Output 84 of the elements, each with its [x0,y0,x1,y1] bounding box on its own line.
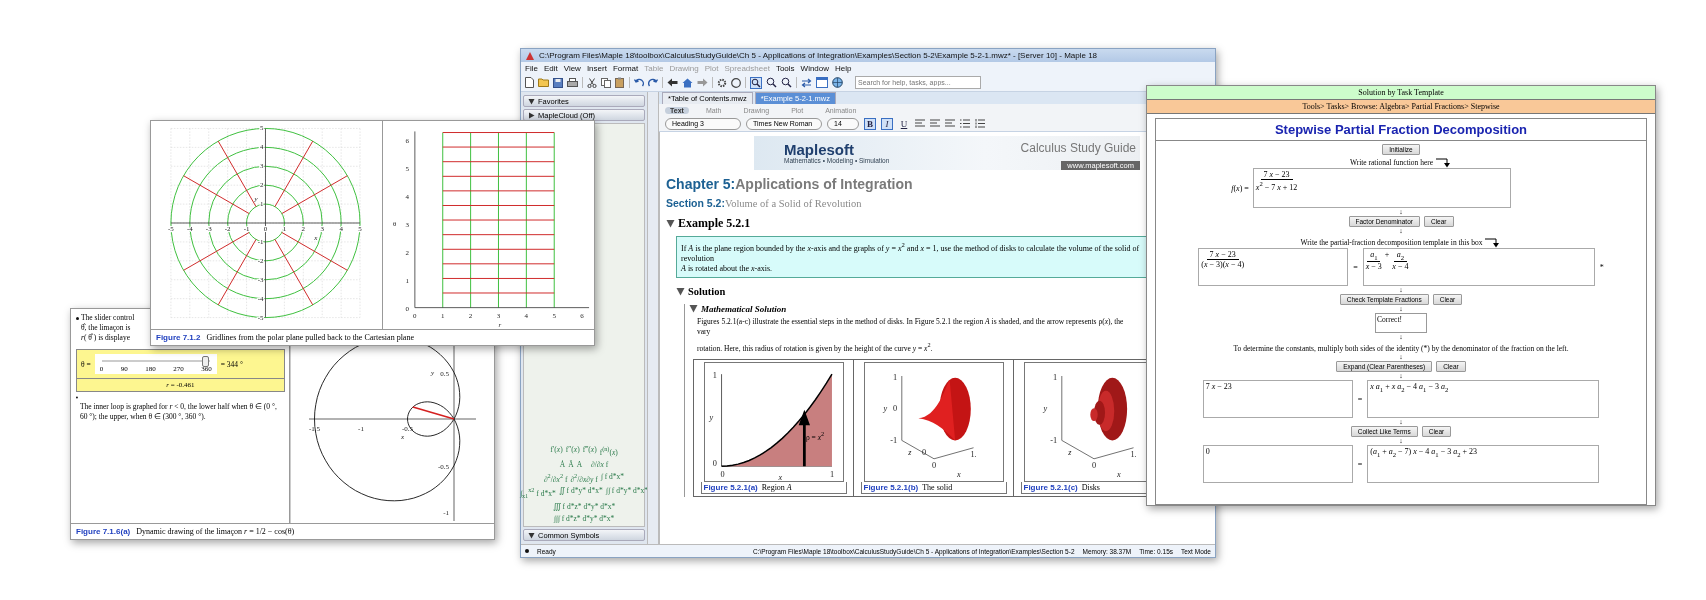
new-document-icon[interactable] [525,77,534,88]
list-icon[interactable] [960,119,970,128]
section-title: Volume of a Solid of Revolution [724,198,862,209]
format-toggle[interactable]: U [898,117,910,130]
slider-thumb[interactable] [201,356,209,367]
subsection-heading: Mathematical Solution [701,303,787,314]
math-input-field[interactable]: 7 x − 23 x$^{2}$ − 7 x + 12 [1252,168,1511,208]
collapse-triangle-icon[interactable] [666,219,675,228]
problem-statement: A is rotated about the x-axis. [681,263,774,274]
template-title: Stepwise Partial Fraction Decomposition [1156,119,1646,141]
undo-icon[interactable] [634,77,644,88]
collapse-triangle-icon[interactable] [676,286,685,296]
math-expression: + [1384,250,1390,259]
zoom-icon[interactable] [750,76,762,89]
chapter-title: Applications of Integration [735,176,913,192]
math-input-field[interactable]: 7 x − 23 (x − 3)(x − 4) [1198,248,1349,286]
app-icon [525,50,535,61]
menu-item[interactable]: Insert [586,63,607,73]
paste-icon[interactable] [615,77,625,88]
chapter-number: Chapter 5: [666,176,736,192]
figure-label: Figure 5.2.1(a) [703,483,758,493]
figure-caption: Region A [761,483,792,493]
figure-label: Figure 5.2.1(c) [1023,483,1078,493]
print-icon[interactable] [567,77,578,88]
math-expression: 0 [1205,447,1210,456]
math-input-field[interactable]: (a$_{1}$ + a$_{2}$ − 7) x − 4 a$_{1}$ − 3 a$_{2}$ + 23 [1367,445,1600,483]
menu-item[interactable]: Tools [775,63,795,73]
logo-text: Maplesoft [784,142,855,157]
menu-item[interactable]: Window [800,63,830,73]
solid-plot: 0 1. 1 0 -1 0 x y z [863,362,1004,483]
math-expression: x a$_{1}$ + x a$_{2}$ − 4 a$_{1}$ − 3 a$_{2}$ [1370,382,1449,393]
example-heading: Example 5.2.1 [678,216,751,231]
equals-sign: = [1357,459,1363,469]
forward-arrow-icon[interactable] [697,78,708,87]
menu-item[interactable]: Format [612,63,639,73]
figure-caption: Gridlines from the polar plane pulled back to the Cartesian plane [206,333,414,342]
function-label: f(x) = [1231,183,1249,193]
math-fraction: a$_{2}$ x − 4 [1392,250,1409,271]
math-expression: (a$_{1}$ + a$_{2}$ − 7) x − 4 a$_{1}$ − 3 a$_{2}$ + 23 [1370,447,1478,458]
identity-mark: * [1599,262,1604,272]
breadcrumb-path: Tools> Tasks> Browse: Algebra> Partial Fractions> Stepwise [1147,100,1655,114]
figure-label: Figure 5.2.1(b) [863,483,919,493]
template-header: Solution by Task Template [1147,86,1655,100]
banner-title: Calculus Study Guide [1020,140,1137,155]
equals-sign: = [1353,262,1358,272]
scissors-icon[interactable] [587,77,597,88]
math-fraction: a$_{1}$ x − 3 [1365,250,1382,271]
menu-item[interactable]: File [525,63,538,73]
math-input-field[interactable]: 0 [1202,445,1353,483]
globe-icon[interactable] [832,77,843,88]
swap-arrows-icon[interactable] [801,77,812,88]
open-folder-icon[interactable] [538,78,549,87]
equals-sign: = [1357,394,1363,404]
window-icon[interactable] [816,77,828,88]
format-toggle[interactable]: B [864,117,876,130]
menu-item[interactable]: Help [835,63,852,73]
figure-label: Figure 7.1.6(a) [76,527,131,536]
collapse-triangle-icon[interactable] [689,304,698,314]
math-expression: 7 x − 23 [1205,382,1232,391]
figure-caption: Disks [1081,483,1100,493]
menu-item[interactable]: View [563,63,581,73]
math-fraction: 7 x − 23 (x − 3)(x − 4) [1201,250,1245,269]
section-number: Section 5.2: [666,197,725,209]
format-toggle[interactable]: I [881,117,893,130]
save-icon[interactable] [553,77,563,88]
redo-icon[interactable] [648,77,658,88]
numbered-list-icon[interactable] [975,119,985,128]
section-heading: Solution [688,285,726,297]
zoom-in-icon[interactable] [766,77,777,88]
back-arrow-icon[interactable] [667,78,678,87]
status-dot-icon [525,549,529,553]
figure-caption: The solid [922,483,953,493]
math-fraction: 7 x − 23 x$^{2}$ − 7 x + 12 [1255,170,1298,192]
math-input-field[interactable]: 7 x − 23 [1202,380,1353,418]
home-icon[interactable] [682,77,693,88]
menu-item[interactable]: Edit [543,63,558,73]
math-input-field[interactable]: x a$_{1}$ + x a$_{2}$ − 4 a$_{1}$ − 3 a$_{2}$ [1367,380,1600,418]
copy-icon[interactable] [601,77,611,88]
figure-caption: Dynamic drawing of the limaçon r = 1/2 − cos(θ) [136,527,295,536]
window-title: C:\Program Files\Maple 18\toolbox\CalculusStudyGuide\Ch 5 - Applications of Integration\Examples\Section 5-2\Example 5-2-1.mwz* - [Server 10] - Maple 18 [539,51,1098,60]
zoom-out-icon[interactable] [781,77,792,88]
bullet-icon [76,317,79,320]
figure-label: Figure 7.1.2 [156,333,201,342]
math-input-field[interactable]: a$_{1}$ x − 3 + a$_{2}$ x − 4 [1362,248,1595,286]
